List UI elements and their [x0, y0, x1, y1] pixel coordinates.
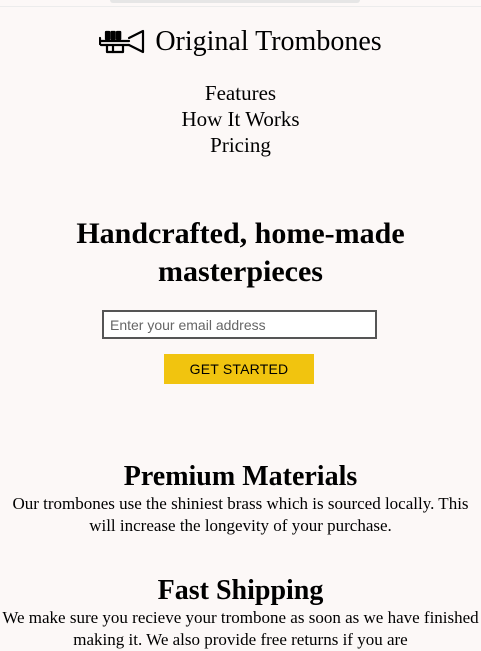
- feature-fast-shipping: Fast Shipping We make sure you recieve y…: [0, 575, 481, 651]
- browser-top-edge: [110, 0, 360, 3]
- main-nav: Features How It Works Pricing: [0, 80, 481, 158]
- nav-link-features[interactable]: Features: [0, 80, 481, 106]
- feature-description: Our trombones use the shiniest brass whi…: [12, 494, 469, 535]
- site-header: Original Trombones: [0, 26, 481, 58]
- feature-title: Fast Shipping: [157, 575, 324, 606]
- feature-title: Premium Materials: [123, 461, 358, 492]
- nav-link-how-it-works[interactable]: How It Works: [0, 106, 481, 132]
- trumpet-icon[interactable]: [99, 28, 145, 56]
- email-input[interactable]: [102, 310, 377, 339]
- feature-premium-materials: Premium Materials Our trombones use the …: [0, 461, 481, 537]
- header-divider: [0, 6, 481, 7]
- feature-description: We make sure you recieve your trombone a…: [2, 608, 479, 649]
- brand-name: Original Trombones: [155, 26, 382, 57]
- hero-title: Handcrafted, home-made masterpieces: [76, 217, 405, 288]
- get-started-button[interactable]: GET STARTED: [164, 354, 314, 384]
- nav-link-pricing[interactable]: Pricing: [0, 132, 481, 158]
